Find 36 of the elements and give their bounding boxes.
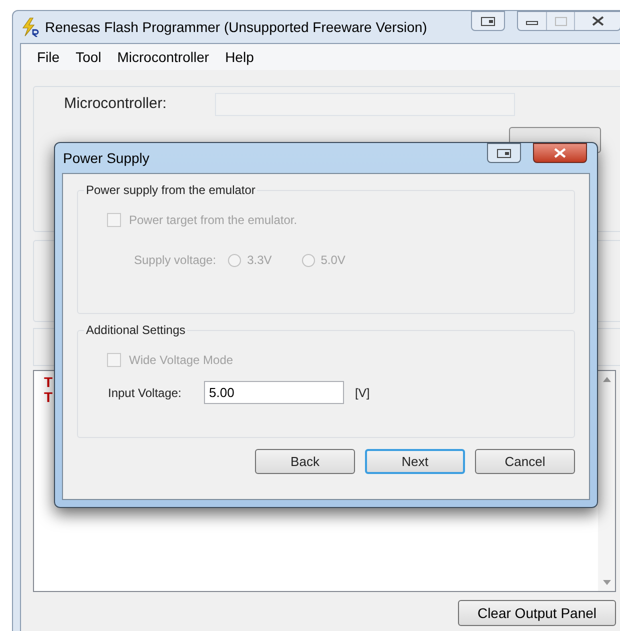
group-legend: Additional Settings xyxy=(84,322,188,338)
clear-output-button[interactable]: Clear Output Panel xyxy=(458,600,616,626)
checkbox-label: Wide Voltage Mode xyxy=(129,352,234,369)
supply-voltage-label: Supply voltage: xyxy=(134,252,216,269)
group-legend: Power supply from the emulator xyxy=(84,182,258,198)
close-icon xyxy=(554,148,566,158)
field-label: Microcontroller: xyxy=(64,94,168,114)
dialog-title: Power Supply xyxy=(63,148,150,168)
dialog-button[interactable]: Next xyxy=(365,449,465,474)
menu-item[interactable]: Tool xyxy=(68,46,110,68)
menu-item[interactable]: Microcontroller xyxy=(109,46,218,68)
dialog-button[interactable]: Back xyxy=(255,449,355,474)
menu-item[interactable]: Help xyxy=(217,46,262,68)
dialog-button[interactable]: Cancel xyxy=(475,449,575,474)
scroll-down-icon xyxy=(602,580,610,585)
pin-button[interactable] xyxy=(471,11,505,31)
input-voltage-label: Input Voltage: xyxy=(108,384,182,402)
window-title: Renesas Flash Programmer (Unsupported Freeware Version) xyxy=(45,18,428,37)
checkbox-label: Power target from the emulator. xyxy=(129,212,298,229)
radio-label: 5.0V xyxy=(320,252,346,269)
close-button[interactable] xyxy=(533,143,587,163)
radio-label: 3.3V xyxy=(247,252,272,269)
pin-button[interactable] xyxy=(487,143,521,163)
scrollbar[interactable] xyxy=(598,371,615,591)
output-line: T xyxy=(44,375,53,390)
unit-label: [V] xyxy=(355,384,370,402)
lightning-logo-icon xyxy=(21,17,39,37)
close-icon xyxy=(592,16,604,26)
scroll-up-icon xyxy=(602,377,610,382)
menu-item[interactable]: File xyxy=(29,46,68,68)
window-icon xyxy=(497,148,511,158)
output-line: T xyxy=(44,390,53,405)
minimize-icon xyxy=(526,21,538,25)
window-icon xyxy=(481,16,495,26)
maximize-icon xyxy=(554,16,566,26)
input-voltage-field[interactable]: 5.00 xyxy=(204,381,344,404)
